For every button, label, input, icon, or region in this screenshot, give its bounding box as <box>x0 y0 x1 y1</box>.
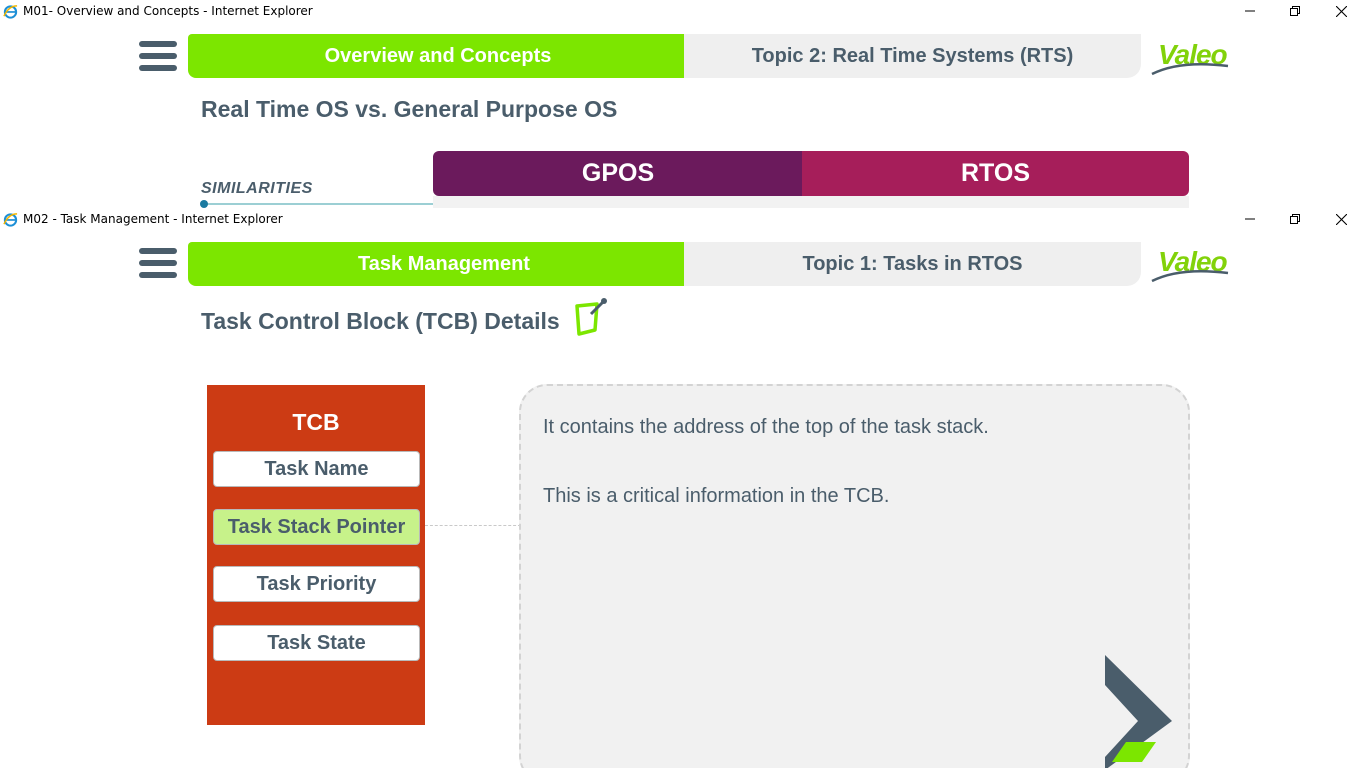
tab-content-area <box>433 196 1189 208</box>
restore-button[interactable] <box>1272 208 1318 230</box>
minimize-button[interactable] <box>1227 0 1273 22</box>
tab-rtos[interactable]: RTOS <box>802 151 1189 196</box>
hamburger-menu-icon[interactable] <box>139 248 177 278</box>
info-text-line-2: This is a critical information in the TC… <box>543 485 890 507</box>
tcb-item-task-stack-pointer[interactable]: Task Stack Pointer <box>213 509 420 545</box>
close-icon <box>1335 213 1347 225</box>
connector-line <box>425 525 521 526</box>
titlebar: M02 - Task Management - Internet Explore… <box>0 208 1366 230</box>
hamburger-menu-icon[interactable] <box>139 41 177 71</box>
window-m02: M02 - Task Management - Internet Explore… <box>0 208 1366 768</box>
page-title: Task Control Block (TCB) Details <box>201 308 560 334</box>
edit-note-icon[interactable] <box>573 296 609 336</box>
minimize-icon <box>1245 218 1255 220</box>
close-button[interactable] <box>1318 208 1364 230</box>
valeo-logo: Valeo <box>1150 38 1234 76</box>
module-tab[interactable]: Task Management <box>188 242 700 286</box>
section-underline <box>203 203 435 205</box>
tcb-item-task-priority[interactable]: Task Priority <box>213 566 420 602</box>
valeo-logo: Valeo <box>1150 245 1234 283</box>
tcb-item-task-state[interactable]: Task State <box>213 625 420 661</box>
tcb-item-task-name[interactable]: Task Name <box>213 451 420 487</box>
page-title: Real Time OS vs. General Purpose OS <box>201 96 618 122</box>
minimize-icon <box>1245 10 1255 12</box>
tcb-panel: TCB Task Name Task Stack Pointer Task Pr… <box>207 385 425 725</box>
titlebar: M01- Overview and Concepts - Internet Ex… <box>0 0 1366 22</box>
next-arrow-icon[interactable] <box>1102 655 1174 768</box>
section-label: SIMILARITIES <box>201 180 313 197</box>
restore-button[interactable] <box>1272 0 1318 22</box>
info-text-line-1: It contains the address of the top of th… <box>543 416 989 438</box>
topic-tab[interactable]: Topic 2: Real Time Systems (RTS) <box>684 34 1141 78</box>
tcb-heading: TCB <box>292 409 340 435</box>
window-title: M01- Overview and Concepts - Internet Ex… <box>23 4 313 18</box>
ie-icon <box>3 213 18 227</box>
restore-icon <box>1290 214 1300 224</box>
close-icon <box>1335 5 1347 17</box>
tab-gpos[interactable]: GPOS <box>433 151 803 196</box>
info-box: It contains the address of the top of th… <box>519 384 1190 768</box>
module-tab[interactable]: Overview and Concepts <box>188 34 688 78</box>
window-m01: M01- Overview and Concepts - Internet Ex… <box>0 0 1366 208</box>
topic-tab[interactable]: Topic 1: Tasks in RTOS <box>684 242 1141 286</box>
window-title: M02 - Task Management - Internet Explore… <box>23 212 283 226</box>
ie-icon <box>3 5 18 19</box>
section-dot <box>200 200 208 208</box>
close-button[interactable] <box>1318 0 1364 22</box>
minimize-button[interactable] <box>1227 208 1273 230</box>
restore-icon <box>1290 6 1300 16</box>
